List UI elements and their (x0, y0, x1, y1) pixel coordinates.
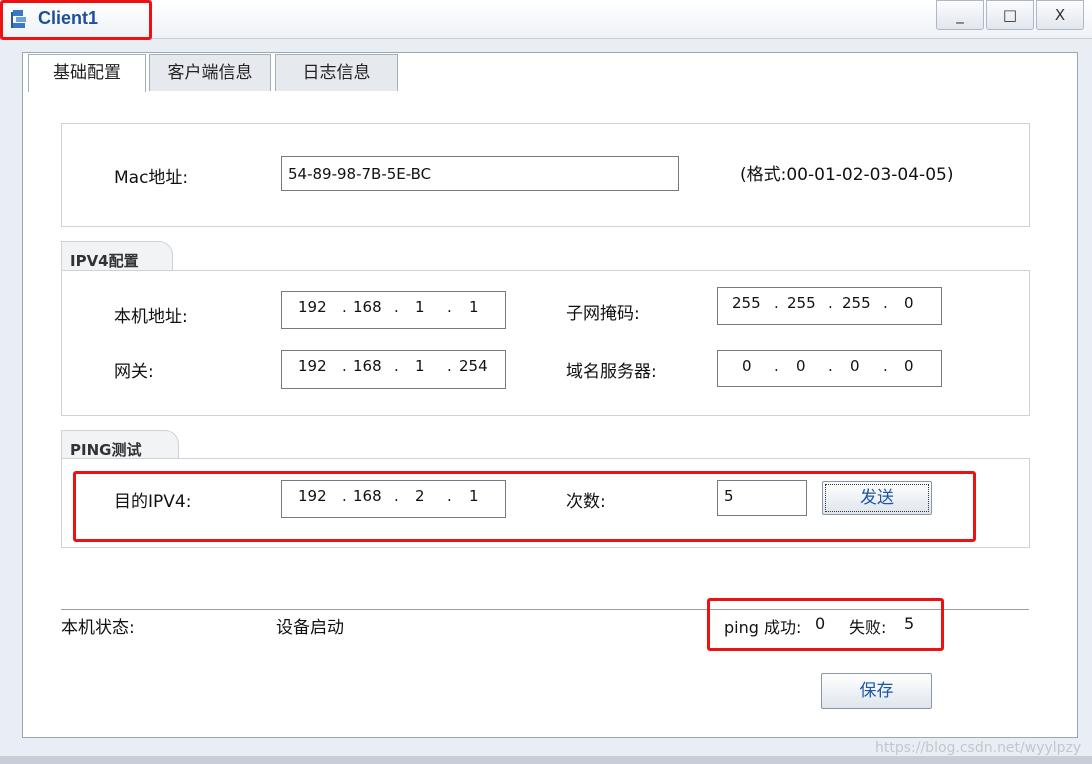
local-ip-label: 本机地址: (114, 307, 188, 327)
mac-format-hint: (格式:00-01-02-03-04-05) (740, 165, 954, 185)
gateway-input[interactable]: 192. 168. 1. 254 (281, 350, 506, 389)
close-button[interactable]: X (1036, 0, 1084, 30)
subnet-mask-label: 子网掩码: (566, 304, 640, 324)
status-value: 设备启动 (276, 618, 344, 638)
tab-log-info[interactable]: 日志信息 (275, 54, 398, 91)
tab-client-info[interactable]: 客户端信息 (149, 54, 271, 91)
dns-input[interactable]: 0. 0. 0. 0 (717, 350, 942, 387)
minimize-button[interactable]: _ (936, 0, 984, 30)
highlight-box-title (0, 0, 152, 40)
ipv4-section-tab: IPV4配置 (61, 241, 173, 273)
mac-label: Mac地址: (114, 168, 189, 188)
local-ip-input[interactable]: 192. 168. 1. 1 (281, 291, 506, 329)
subnet-mask-input[interactable]: 255. 255. 255. 0 (717, 287, 942, 325)
highlight-box-status (707, 598, 944, 651)
title-bar: Client1 (0, 0, 1092, 39)
gateway-label: 网关: (114, 362, 154, 382)
watermark: https://blog.csdn.net/wyylpzy (875, 740, 1082, 756)
tab-basic-config[interactable]: 基础配置 (28, 54, 146, 92)
maximize-button[interactable]: □ (986, 0, 1034, 30)
status-label: 本机状态: (61, 618, 135, 638)
bottom-bar (0, 756, 1092, 764)
highlight-box-ping (73, 471, 976, 542)
save-button[interactable]: 保存 (821, 673, 932, 709)
mac-input[interactable]: 54-89-98-7B-5E-BC (281, 156, 679, 191)
dns-label: 域名服务器: (566, 362, 657, 382)
